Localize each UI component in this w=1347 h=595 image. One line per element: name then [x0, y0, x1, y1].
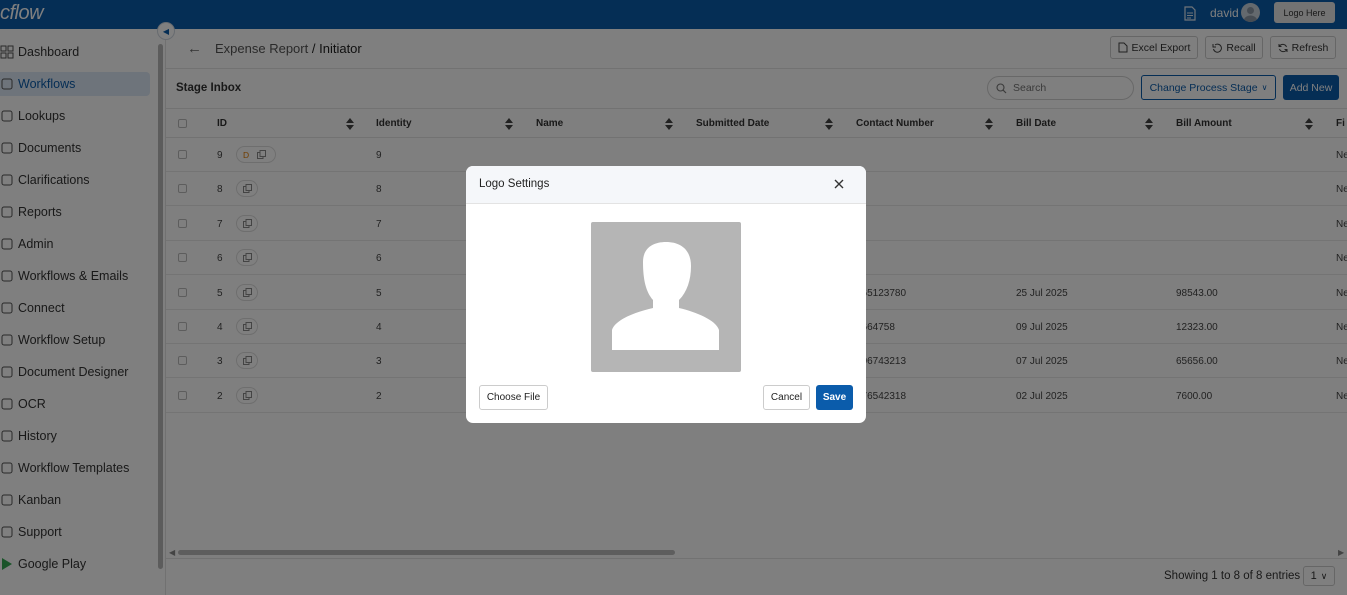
- modal-header: Logo Settings: [466, 166, 866, 204]
- cancel-button[interactable]: Cancel: [763, 385, 810, 410]
- choose-file-button[interactable]: Choose File: [479, 385, 548, 410]
- user-placeholder-icon: [612, 242, 719, 350]
- modal-title: Logo Settings: [479, 178, 550, 190]
- save-button[interactable]: Save: [816, 385, 853, 410]
- logo-preview: [591, 222, 741, 372]
- close-icon[interactable]: [832, 177, 846, 191]
- logo-settings-modal: Logo Settings Choose File Cancel Save: [466, 166, 866, 423]
